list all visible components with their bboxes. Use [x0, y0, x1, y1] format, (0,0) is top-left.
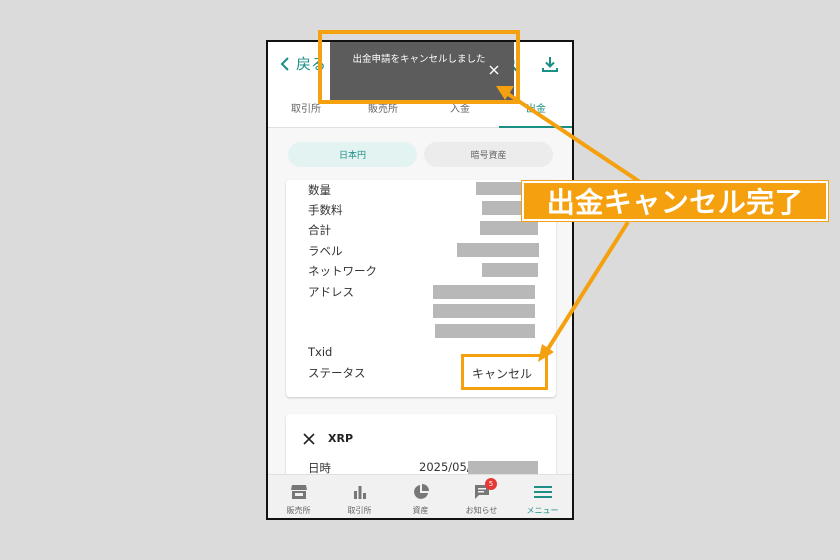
row-label-address: アドレス: [308, 285, 354, 299]
redacted-total: [480, 221, 538, 235]
row-label-quantity: 数量: [308, 183, 331, 197]
redacted-address-1: [433, 285, 535, 299]
row-label-network: ネットワーク: [308, 264, 377, 278]
segment-jpy[interactable]: 日本円: [288, 142, 417, 167]
nav-label-notices: お知らせ: [465, 506, 498, 515]
nav-item-exchange[interactable]: 取引所: [329, 475, 390, 518]
redacted-date: [468, 461, 538, 474]
phone-screen: 戻る 取引所 販売所 入金 出金 日本円 暗号資産 数量 手数料 合計 ラベル …: [266, 40, 574, 520]
row-label-total: 合計: [308, 223, 331, 237]
highlight-toast-box: [318, 30, 520, 104]
redacted-label: [457, 243, 539, 257]
nav-label-sales: 販売所: [286, 506, 311, 515]
nav-item-notices[interactable]: 5 お知らせ: [451, 475, 512, 518]
tab-withdraw[interactable]: 出金: [526, 100, 546, 115]
nav-item-assets[interactable]: 資産: [390, 475, 451, 518]
notification-badge: 5: [485, 478, 497, 490]
chevron-left-icon: [280, 56, 289, 71]
store-icon: [291, 485, 307, 499]
main-content: 日本円 暗号資産 数量 手数料 合計 ラベル ネットワーク アドレス Txid …: [268, 128, 572, 474]
callout-label: 出金キャンセル完了: [522, 181, 828, 221]
date-label: 日時: [308, 461, 331, 474]
download-icon[interactable]: [540, 54, 560, 74]
nav-label-assets: 資産: [412, 506, 429, 515]
bar-chart-icon: [354, 486, 366, 499]
segment-crypto[interactable]: 暗号資産: [424, 142, 553, 167]
nav-item-menu[interactable]: メニュー: [512, 475, 572, 518]
redacted-network: [482, 263, 538, 277]
highlight-status-box: [461, 354, 548, 390]
redacted-address-3: [435, 324, 535, 338]
xrp-history-card[interactable]: XRP 日時 2025/05/: [286, 414, 556, 474]
nav-item-sales[interactable]: 販売所: [268, 475, 329, 518]
hamburger-menu-icon: [534, 486, 552, 498]
date-value: 2025/05/: [419, 460, 471, 474]
row-label-fee: 手数料: [308, 203, 343, 217]
row-label-label: ラベル: [308, 244, 343, 258]
pie-chart-icon: [414, 484, 429, 499]
redacted-address-2: [433, 304, 535, 318]
bottom-nav: 販売所 取引所 資産 5 お知らせ メニュー: [268, 474, 572, 518]
row-label-txid: Txid: [308, 345, 333, 359]
nav-label-menu: メニュー: [526, 506, 559, 515]
xrp-icon: [303, 433, 315, 445]
nav-label-exchange: 取引所: [347, 506, 372, 515]
asset-name: XRP: [328, 432, 354, 445]
tab-exchange[interactable]: 取引所: [291, 100, 321, 115]
row-label-status: ステータス: [308, 366, 366, 380]
